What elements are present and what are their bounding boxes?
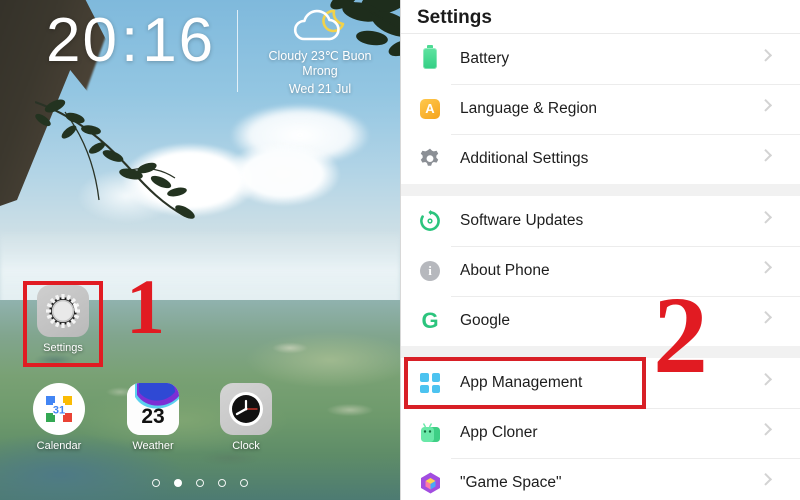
gear-icon <box>417 146 443 172</box>
lockscreen-clock: 20:16 <box>46 8 215 74</box>
settings-row-label: "Game Space" <box>460 474 562 491</box>
settings-row-about-phone[interactable]: i About Phone <box>401 246 800 296</box>
settings-row-label: Software Updates <box>460 212 584 229</box>
group-separator-1 <box>401 184 800 196</box>
software-update-icon <box>417 208 443 234</box>
settings-row-label: About Phone <box>460 262 550 279</box>
cloud-moon-icon <box>250 5 390 49</box>
svg-text:23: 23 <box>141 405 164 428</box>
app-label-clock: Clock <box>232 440 260 452</box>
chevron-right-icon <box>759 84 784 134</box>
weather-widget[interactable]: Cloudy 23℃ Buon Mrong Wed 21 Jul <box>250 5 390 98</box>
google-g-icon: G <box>417 308 443 334</box>
settings-row-label: App Management <box>460 374 583 391</box>
settings-row-google[interactable]: G Google <box>401 296 800 346</box>
app-cloner-icon <box>417 420 443 446</box>
settings-header: Settings <box>401 0 800 34</box>
settings-row-battery[interactable]: Battery <box>401 34 800 84</box>
clock-hours: 20 <box>46 6 119 75</box>
screenshot-root: 20:16 Cloudy 23℃ Buon Mrong Wed 21 Jul S… <box>0 0 800 500</box>
settings-group-3: App Management App Cloner "Game Space" <box>401 358 800 500</box>
settings-group-2: Software Updates i About Phone G Google <box>401 196 800 346</box>
annotation-number-1: 1 <box>126 263 165 350</box>
home-screen-panel: 20:16 Cloudy 23℃ Buon Mrong Wed 21 Jul S… <box>0 0 400 500</box>
page-dot-5[interactable] <box>240 478 248 487</box>
chevron-right-icon <box>759 196 784 246</box>
info-icon: i <box>417 258 443 284</box>
battery-icon <box>417 45 443 72</box>
chevron-right-icon <box>759 34 784 84</box>
settings-row-additional-settings[interactable]: Additional Settings <box>401 134 800 184</box>
settings-row-label: Language & Region <box>460 100 598 117</box>
page-dot-4[interactable] <box>218 478 226 487</box>
settings-panel: Settings Battery A Language & Region Add… <box>400 0 800 500</box>
chevron-right-icon <box>759 134 784 184</box>
app-label-calendar: Calendar <box>36 440 82 452</box>
settings-row-label: App Cloner <box>460 424 538 441</box>
settings-row-app-management[interactable]: App Management <box>401 358 800 408</box>
annotation-highlight-box-settings <box>23 281 103 367</box>
page-dot-1[interactable] <box>152 478 160 487</box>
weather-condition: Cloudy 23℃ Buon Mrong <box>268 49 372 78</box>
weather-date: Wed 21 Jul <box>288 82 352 96</box>
tree-branch-silhouette <box>35 99 195 219</box>
svg-text:31: 31 <box>53 405 65 417</box>
app-label-weather: Weather <box>132 440 174 452</box>
clock-minutes: 16 <box>142 6 216 75</box>
app-management-icon <box>417 370 443 396</box>
page-dot-3[interactable] <box>196 478 204 487</box>
language-glyph: A <box>420 99 440 119</box>
app-icon-calendar[interactable]: 31 Calendar <box>27 383 91 452</box>
group-separator-2 <box>401 346 800 358</box>
analog-clock-icon <box>220 383 272 435</box>
settings-row-label: Google <box>460 312 510 329</box>
chevron-right-icon <box>759 458 784 500</box>
page-indicator-dots[interactable] <box>0 474 400 492</box>
chevron-right-icon <box>759 296 784 346</box>
weather-icon: 23 <box>127 383 179 435</box>
chevron-right-icon <box>759 358 784 408</box>
settings-row-language-region[interactable]: A Language & Region <box>401 84 800 134</box>
settings-row-game-space[interactable]: "Game Space" <box>401 458 800 500</box>
chevron-right-icon <box>759 408 784 458</box>
app-icon-clock[interactable]: Clock <box>214 383 278 452</box>
widget-divider <box>237 10 238 92</box>
app-icon-weather[interactable]: 23 Weather <box>121 383 185 452</box>
google-glyph: G <box>421 308 439 333</box>
clock-separator: : <box>120 6 141 75</box>
settings-group-1: Battery A Language & Region Additional S… <box>401 34 800 184</box>
page-title: Settings <box>417 7 492 28</box>
annotation-number-2: 2 <box>653 274 708 396</box>
settings-row-label: Additional Settings <box>460 150 589 167</box>
calendar-icon: 31 <box>33 383 85 435</box>
page-dot-2-active[interactable] <box>174 478 182 487</box>
chevron-right-icon <box>759 246 784 296</box>
game-space-icon <box>417 470 443 496</box>
info-glyph: i <box>420 261 440 281</box>
settings-row-software-updates[interactable]: Software Updates <box>401 196 800 246</box>
language-icon: A <box>417 96 443 122</box>
settings-row-label: Battery <box>460 50 510 67</box>
settings-row-app-cloner[interactable]: App Cloner <box>401 408 800 458</box>
